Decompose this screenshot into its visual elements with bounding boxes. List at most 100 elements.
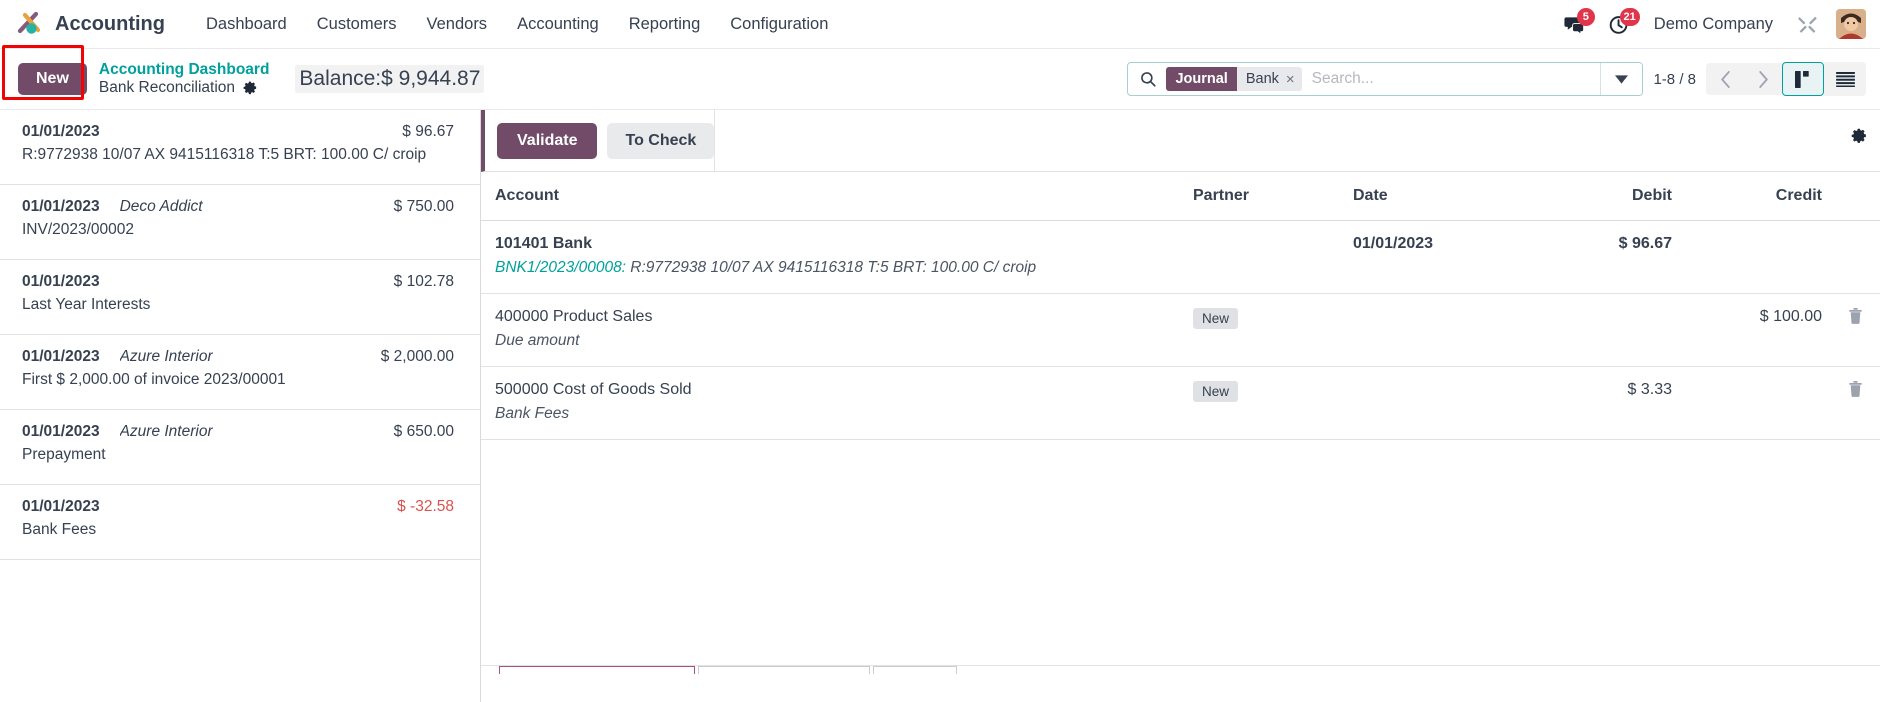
search-icon — [1128, 70, 1166, 88]
trash-icon[interactable] — [1848, 381, 1868, 397]
statement-line-label: R:9772938 10/07 AX 9415116318 T:5 BRT: 1… — [22, 146, 427, 163]
menu-item-customers[interactable]: Customers — [302, 9, 412, 40]
statement-line-partner: Azure Interior — [119, 348, 213, 365]
table-row[interactable]: 500000 Cost of Goods Sold Bank Fees New … — [481, 366, 1880, 440]
statement-line-date: 01/01/2023 — [22, 273, 100, 290]
statement-line-row[interactable]: 01/01/2023 $ 102.78 Last Year Interests — [0, 260, 480, 335]
reconciliation-empty-space — [481, 440, 1880, 666]
cell-actions — [1834, 293, 1880, 367]
cell-debit[interactable]: $ 3.33 — [1524, 366, 1684, 440]
cell-date[interactable] — [1339, 366, 1524, 440]
statement-line-header: 01/01/2023 Deco Addict $ 750.00 — [22, 198, 454, 216]
new-button[interactable]: New — [18, 63, 87, 95]
control-panel-right: 1-8 / 8 — [1653, 62, 1866, 96]
view-switcher-list[interactable] — [1824, 62, 1866, 96]
column-header-actions — [1834, 172, 1880, 221]
cell-partner[interactable]: New — [1179, 366, 1339, 440]
search-facet-journal[interactable]: Journal Bank × — [1166, 67, 1302, 91]
statement-line-label: INV/2023/00002 — [22, 221, 135, 238]
statement-line-row[interactable]: 01/01/2023 $ 96.67 R:9772938 10/07 AX 94… — [0, 110, 480, 185]
statement-line-header: 01/01/2023 Azure Interior $ 650.00 — [22, 423, 454, 441]
statement-line-date: 01/01/2023 — [22, 498, 100, 515]
statement-line-amount: $ 650.00 — [393, 423, 454, 440]
statement-line-list: 01/01/2023 $ 96.67 R:9772938 10/07 AX 94… — [0, 110, 481, 702]
statement-line-date: 01/01/2023 — [22, 423, 100, 440]
top-navbar: Accounting Dashboard Customers Vendors A… — [0, 0, 1880, 49]
cell-partner[interactable] — [1179, 220, 1339, 294]
cell-partner[interactable]: New — [1179, 293, 1339, 367]
facet-value-text: Bank — [1245, 71, 1279, 87]
search-input[interactable] — [1301, 70, 1601, 88]
breadcrumb: Accounting Dashboard Bank Reconciliation — [99, 61, 270, 97]
activities-button[interactable]: 21 — [1597, 7, 1642, 40]
gear-icon[interactable] — [243, 80, 258, 95]
statement-line-amount: $ 2,000.00 — [380, 348, 454, 365]
cell-debit[interactable]: $ 96.67 — [1524, 220, 1684, 294]
menu-item-dashboard[interactable]: Dashboard — [191, 9, 302, 40]
statement-line-header: 01/01/2023 $ 96.67 — [22, 123, 454, 141]
messages-badge: 5 — [1576, 7, 1595, 26]
column-header-partner: Partner — [1179, 172, 1339, 221]
avatar[interactable] — [1836, 9, 1866, 39]
account-sublabel: Due amount — [495, 332, 580, 349]
odoo-logo-icon[interactable] — [16, 9, 46, 39]
statement-line-label: Prepayment — [22, 446, 106, 463]
statement-line-partner: Azure Interior — [119, 423, 213, 440]
balance-value: $ 9,944.87 — [381, 67, 481, 90]
account-sublabel: Bank Fees — [495, 405, 570, 422]
footer-segment-secondary — [698, 666, 870, 674]
search-dropdown-toggle[interactable] — [1600, 63, 1643, 95]
statement-line-row[interactable]: 01/01/2023 Deco Addict $ 750.00 INV/2023… — [0, 185, 480, 260]
table-row[interactable]: 400000 Product Sales Due amount New $ 10… — [481, 293, 1880, 367]
balance-display: Balance:$ 9,944.87 — [295, 65, 485, 93]
cell-account[interactable]: 500000 Cost of Goods Sold Bank Fees — [481, 366, 1179, 440]
cell-credit[interactable]: $ 100.00 — [1684, 293, 1834, 367]
move-reference: BNK1/2023/00008: — [495, 259, 626, 276]
statement-line-header: 01/01/2023 $ -32.58 — [22, 498, 454, 516]
validate-button[interactable]: Validate — [497, 122, 598, 159]
cell-credit[interactable] — [1684, 220, 1834, 294]
kanban-view-icon — [1794, 70, 1812, 88]
statement-line-header: 01/01/2023 $ 102.78 — [22, 273, 454, 291]
statement-line-row[interactable]: 01/01/2023 Azure Interior $ 650.00 Prepa… — [0, 410, 480, 485]
gear-icon[interactable] — [1851, 127, 1868, 144]
to-check-button[interactable]: To Check — [607, 122, 715, 159]
menu-item-configuration[interactable]: Configuration — [715, 9, 843, 40]
column-header-credit: Credit — [1684, 172, 1834, 221]
cell-account[interactable]: 101401 Bank BNK1/2023/00008: R:9772938 1… — [481, 220, 1179, 294]
table-row[interactable]: 101401 Bank BNK1/2023/00008: R:9772938 1… — [481, 220, 1880, 294]
account-sublabel: BNK1/2023/00008: R:9772938 10/07 AX 9415… — [495, 259, 1167, 277]
menu-item-reporting[interactable]: Reporting — [614, 9, 716, 40]
statement-line-row[interactable]: 01/01/2023 Azure Interior $ 2,000.00 Fir… — [0, 335, 480, 410]
list-view-icon — [1835, 71, 1855, 87]
reconciliation-body: 01/01/2023 $ 96.67 R:9772938 10/07 AX 94… — [0, 110, 1880, 702]
statement-line-label: First $ 2,000.00 of invoice 2023/00001 — [22, 371, 286, 388]
cell-actions — [1834, 366, 1880, 440]
wrench-screwdriver-icon[interactable] — [1785, 10, 1830, 39]
statement-line-date: 01/01/2023 — [22, 348, 100, 365]
menu-item-accounting[interactable]: Accounting — [502, 9, 614, 40]
breadcrumb-parent[interactable]: Accounting Dashboard — [99, 61, 270, 79]
pager-next-button[interactable] — [1744, 63, 1782, 95]
app-name: Accounting — [55, 12, 165, 35]
statement-line-row[interactable]: 01/01/2023 $ -32.58 Bank Fees — [0, 485, 480, 560]
view-switcher-kanban[interactable] — [1782, 62, 1824, 96]
move-label: R:9772938 10/07 AX 9415116318 T:5 BRT: 1… — [626, 259, 1037, 276]
cell-debit[interactable] — [1524, 293, 1684, 367]
company-switcher[interactable]: Demo Company — [1642, 11, 1785, 38]
pager-previous-button[interactable] — [1706, 63, 1744, 95]
trash-icon[interactable] — [1848, 308, 1868, 324]
messages-button[interactable]: 5 — [1552, 7, 1597, 40]
cell-account[interactable]: 400000 Product Sales Due amount — [481, 293, 1179, 367]
control-panel: New Accounting Dashboard Bank Reconcilia… — [0, 45, 1880, 110]
close-icon[interactable]: × — [1286, 72, 1295, 87]
footer-segment-primary — [499, 666, 695, 674]
cell-credit[interactable] — [1684, 366, 1834, 440]
menu-item-vendors[interactable]: Vendors — [412, 9, 503, 40]
cell-date[interactable] — [1339, 293, 1524, 367]
statement-line-header: 01/01/2023 Azure Interior $ 2,000.00 — [22, 348, 454, 366]
reconciliation-actions: Validate To Check — [481, 110, 1880, 172]
statement-line-amount: $ 96.67 — [402, 123, 454, 140]
pager-count: 1-8 / 8 — [1653, 70, 1696, 88]
cell-date[interactable]: 01/01/2023 — [1339, 220, 1524, 294]
